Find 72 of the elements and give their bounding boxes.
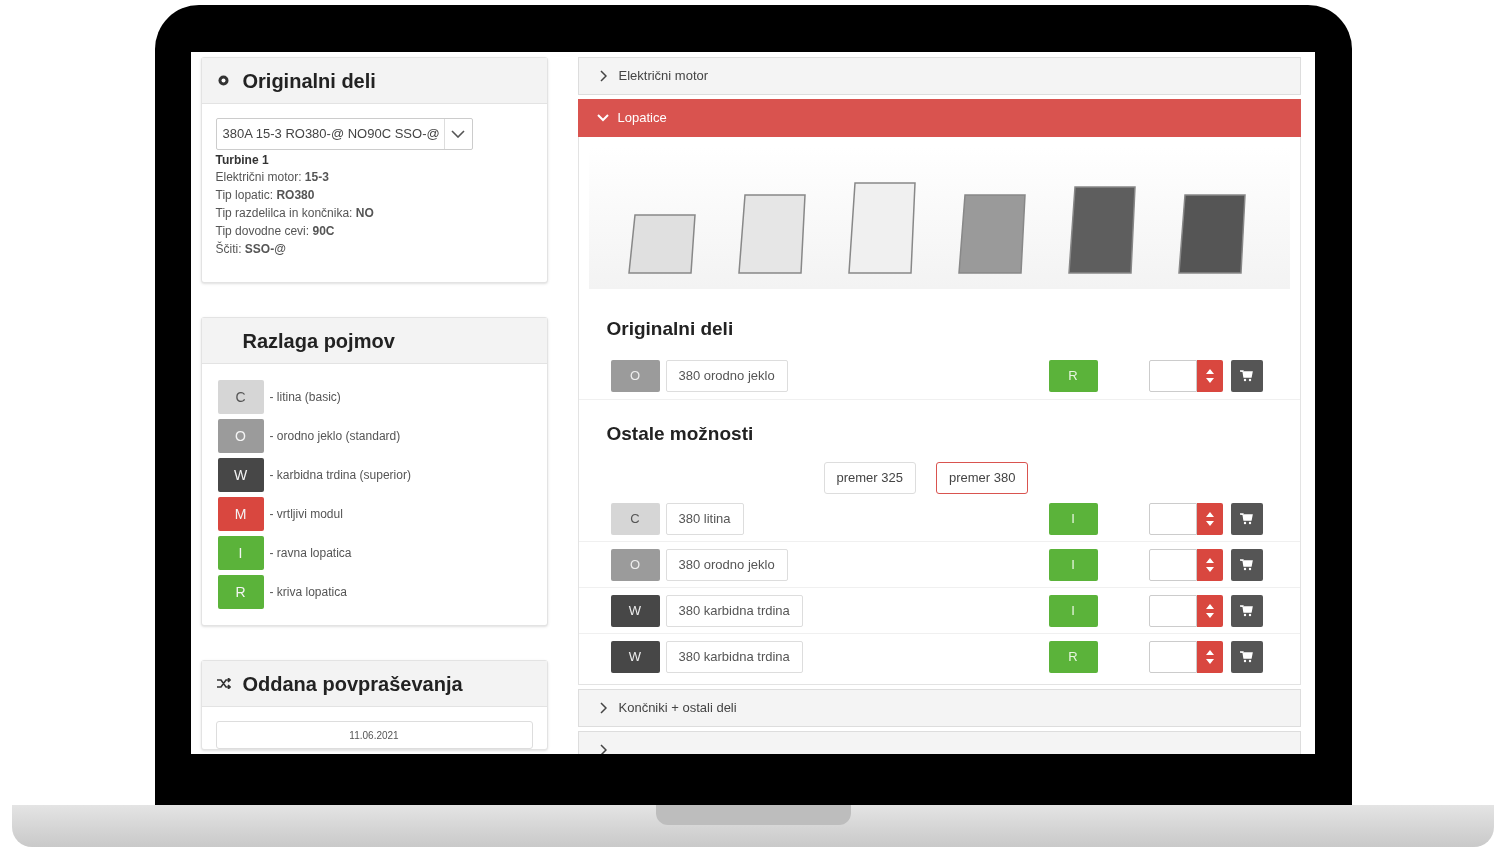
material-badge: C xyxy=(610,502,660,535)
cart-icon xyxy=(1240,512,1253,525)
part-button[interactable]: 380 karbidna trdina xyxy=(665,594,803,627)
blade-type-badge: R xyxy=(1048,360,1098,392)
date-field[interactable]: 11.06.2021 xyxy=(215,721,533,749)
blade-type-badge: R xyxy=(1048,641,1098,673)
quantity-spinner[interactable] xyxy=(1196,360,1223,392)
material-badge: O xyxy=(610,360,660,392)
spec-line: Tip dovodne cevi: 90C xyxy=(215,223,336,240)
code-badge: C xyxy=(217,380,264,414)
add-to-cart-button[interactable] xyxy=(1230,548,1263,581)
add-to-cart-button[interactable] xyxy=(1230,641,1263,673)
part-button[interactable]: 380 orodno jeklo xyxy=(665,360,788,392)
code-badge: M xyxy=(217,497,264,531)
panel-title: Originalni deli xyxy=(242,68,376,94)
quantity-spinner[interactable] xyxy=(1196,641,1223,673)
chevron-right-icon xyxy=(600,70,607,82)
blade-type-badge: I xyxy=(1048,594,1098,627)
turbine-name: Turbine 1 xyxy=(215,152,270,168)
part-button[interactable]: 380 karbidna trdina xyxy=(665,641,803,673)
diameter-button[interactable]: premer 380 xyxy=(936,462,1029,494)
legend-text: - karbidna trdina (superior) xyxy=(269,467,411,484)
quantity-spinner[interactable] xyxy=(1196,548,1223,581)
chevron-right-icon xyxy=(600,702,607,714)
code-badge: R xyxy=(217,575,264,609)
accordion-header[interactable]: Lopatice xyxy=(577,99,1301,137)
quantity-spinner[interactable] xyxy=(1196,594,1223,627)
panel-title: Oddana povpraševanja xyxy=(242,671,463,697)
cart-icon xyxy=(1240,651,1253,663)
quantity-input[interactable] xyxy=(1148,360,1197,392)
add-to-cart-button[interactable] xyxy=(1230,502,1263,535)
quantity-input[interactable] xyxy=(1148,502,1197,535)
legend-text: - orodno jeklo (standard) xyxy=(269,428,401,445)
code-badge: O xyxy=(217,419,264,453)
code-badge: W xyxy=(217,458,264,492)
part-button[interactable]: 380 litina xyxy=(665,502,744,535)
accordion-header[interactable]: Električni motor xyxy=(577,57,1301,95)
cart-icon xyxy=(1240,604,1253,617)
shuffle-icon xyxy=(216,678,231,689)
add-to-cart-button[interactable] xyxy=(1230,360,1263,392)
circle-icon xyxy=(218,75,229,86)
cart-icon xyxy=(1240,370,1253,382)
panel-title: Razlaga pojmov xyxy=(242,328,395,354)
code-badge: I xyxy=(217,536,264,570)
quantity-spinner[interactable] xyxy=(1196,502,1223,535)
add-to-cart-button[interactable] xyxy=(1230,594,1263,627)
spec-line: Tip razdelilca in končnika: NO xyxy=(215,205,375,222)
blade-type-badge: I xyxy=(1048,548,1098,581)
blade-type-badge: I xyxy=(1048,502,1098,535)
spec-line: Ščiti: SSO-@ xyxy=(215,240,287,258)
diameter-button[interactable]: premer 325 xyxy=(823,462,916,494)
cart-icon xyxy=(1240,558,1253,571)
quantity-input[interactable] xyxy=(1148,594,1197,627)
chevron-down-icon xyxy=(596,114,609,122)
legend-text: - ravna lopatica xyxy=(269,545,352,562)
accordion-header[interactable]: Končniki + ostali deli xyxy=(577,689,1301,727)
legend-text: - litina (basic) xyxy=(269,389,341,406)
part-button[interactable]: 380 orodno jeklo xyxy=(665,548,788,581)
material-badge: O xyxy=(610,548,660,581)
quantity-input[interactable] xyxy=(1148,641,1197,673)
legend-text: - kriva lopatica xyxy=(269,584,347,601)
legend-text: - vrtljivi modul xyxy=(269,506,343,523)
section-heading: Originalni deli xyxy=(605,317,735,341)
spec-line: Tip lopatic: RO380 xyxy=(215,187,316,204)
material-badge: W xyxy=(610,641,660,673)
material-badge: W xyxy=(610,594,660,627)
chevron-down-icon xyxy=(451,130,466,138)
dropdown[interactable]: 380A 15-3 RO380-@ NO90C SSO-@ xyxy=(215,118,473,150)
spec-line: Električni motor: 15-3 xyxy=(215,169,330,186)
section-heading: Ostale možnosti xyxy=(605,421,755,446)
chevron-right-icon xyxy=(600,744,607,754)
quantity-input[interactable] xyxy=(1148,548,1197,581)
